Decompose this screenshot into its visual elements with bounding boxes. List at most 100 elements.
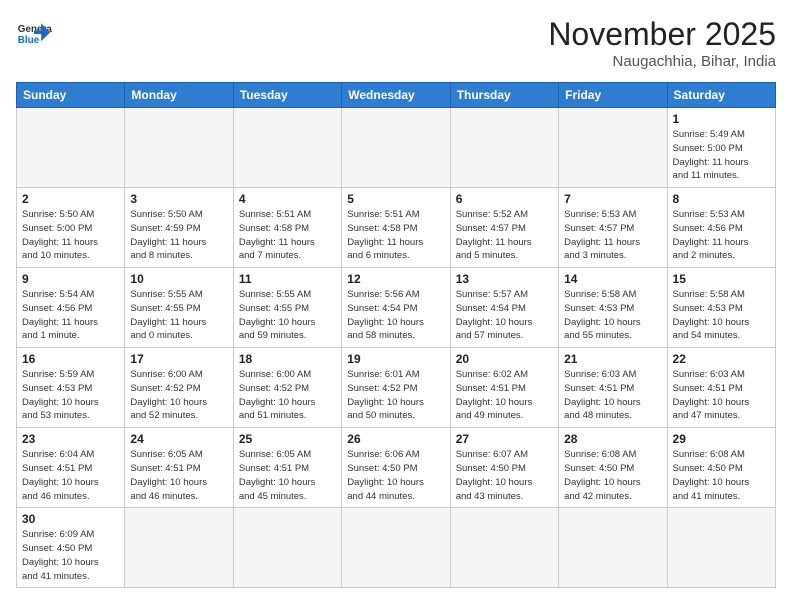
weekday-header-friday: Friday [559, 83, 667, 108]
calendar-cell: 24Sunrise: 6:05 AM Sunset: 4:51 PM Dayli… [125, 428, 233, 508]
calendar-cell: 29Sunrise: 6:08 AM Sunset: 4:50 PM Dayli… [667, 428, 775, 508]
calendar-cell [450, 508, 558, 588]
calendar-cell: 8Sunrise: 5:53 AM Sunset: 4:56 PM Daylig… [667, 188, 775, 268]
weekday-header-monday: Monday [125, 83, 233, 108]
day-info: Sunrise: 5:58 AM Sunset: 4:53 PM Dayligh… [564, 288, 661, 343]
day-number: 4 [239, 192, 336, 206]
calendar-cell: 7Sunrise: 5:53 AM Sunset: 4:57 PM Daylig… [559, 188, 667, 268]
day-number: 9 [22, 272, 119, 286]
calendar-cell: 12Sunrise: 5:56 AM Sunset: 4:54 PM Dayli… [342, 268, 450, 348]
day-number: 21 [564, 352, 661, 366]
calendar-cell [450, 108, 558, 188]
calendar-week-5: 23 Sunrise: 6:04 AM Sunset: 4:51 PM Dayli… [17, 428, 776, 508]
day-info: Sunrise: 5:51 AM Sunset: 4:58 PM Dayligh… [347, 208, 444, 263]
day-number: 29 [673, 432, 770, 446]
day-info: Sunrise: 5:49 AM Sunset: 5:00 PM Dayligh… [673, 128, 770, 183]
day-info: Sunrise: 6:03 AM Sunset: 4:51 PM Dayligh… [673, 368, 770, 423]
calendar-week-6: 30 Sunrise: 6:09 AM Sunset: 4:50 PM Dayli… [17, 508, 776, 588]
calendar-cell: 14 Sunrise: 5:58 AM Sunset: 4:53 PM Dayli… [559, 268, 667, 348]
calendar-week-4: 16 Sunrise: 5:59 AM Sunset: 4:53 PM Dayli… [17, 348, 776, 428]
day-info: Sunrise: 5:57 AM Sunset: 4:54 PM Dayligh… [456, 288, 553, 343]
day-number: 17 [130, 352, 227, 366]
weekday-header-wednesday: Wednesday [342, 83, 450, 108]
day-info: Sunrise: 5:52 AM Sunset: 4:57 PM Dayligh… [456, 208, 553, 263]
day-number: 1 [673, 112, 770, 126]
calendar-week-3: 9 Sunrise: 5:54 AM Sunset: 4:56 PM Daylig… [17, 268, 776, 348]
calendar-cell: 30 Sunrise: 6:09 AM Sunset: 4:50 PM Dayli… [17, 508, 125, 588]
day-number: 10 [130, 272, 227, 286]
day-number: 28 [564, 432, 661, 446]
svg-text:Blue: Blue [18, 35, 40, 46]
day-info: Sunrise: 5:59 AM Sunset: 4:53 PM Dayligh… [22, 368, 119, 423]
weekday-header-tuesday: Tuesday [233, 83, 341, 108]
calendar-cell: 26 Sunrise: 6:06 AM Sunset: 4:50 PM Dayli… [342, 428, 450, 508]
day-number: 16 [22, 352, 119, 366]
day-number: 19 [347, 352, 444, 366]
day-number: 3 [130, 192, 227, 206]
calendar-cell [233, 508, 341, 588]
day-number: 26 [347, 432, 444, 446]
day-info: Sunrise: 6:07 AM Sunset: 4:50 PM Dayligh… [456, 448, 553, 503]
calendar-cell: 23 Sunrise: 6:04 AM Sunset: 4:51 PM Dayli… [17, 428, 125, 508]
calendar-cell: 6 Sunrise: 5:52 AM Sunset: 4:57 PM Daylig… [450, 188, 558, 268]
calendar-cell [559, 508, 667, 588]
day-info: Sunrise: 6:09 AM Sunset: 4:50 PM Dayligh… [22, 528, 119, 583]
calendar-cell: 9 Sunrise: 5:54 AM Sunset: 4:56 PM Daylig… [17, 268, 125, 348]
calendar-cell: 4 Sunrise: 5:51 AM Sunset: 4:58 PM Daylig… [233, 188, 341, 268]
day-number: 5 [347, 192, 444, 206]
day-number: 24 [130, 432, 227, 446]
title-block: November 2025 Naugachhia, Bihar, India [548, 16, 776, 70]
calendar-cell: 11Sunrise: 5:55 AM Sunset: 4:55 PM Dayli… [233, 268, 341, 348]
day-info: Sunrise: 6:00 AM Sunset: 4:52 PM Dayligh… [239, 368, 336, 423]
day-info: Sunrise: 6:04 AM Sunset: 4:51 PM Dayligh… [22, 448, 119, 503]
page-header: General Blue November 2025 Naugachhia, B… [16, 16, 776, 70]
calendar-cell [125, 508, 233, 588]
location: Naugachhia, Bihar, India [548, 53, 776, 70]
calendar-table: SundayMondayTuesdayWednesdayThursdayFrid… [16, 82, 776, 588]
day-number: 25 [239, 432, 336, 446]
calendar-cell [667, 508, 775, 588]
calendar-cell: 10Sunrise: 5:55 AM Sunset: 4:55 PM Dayli… [125, 268, 233, 348]
calendar-cell [17, 108, 125, 188]
calendar-cell: 16 Sunrise: 5:59 AM Sunset: 4:53 PM Dayli… [17, 348, 125, 428]
day-info: Sunrise: 5:50 AM Sunset: 4:59 PM Dayligh… [130, 208, 227, 263]
day-info: Sunrise: 6:01 AM Sunset: 4:52 PM Dayligh… [347, 368, 444, 423]
logo: General Blue [16, 16, 52, 52]
day-number: 6 [456, 192, 553, 206]
calendar-cell: 3 Sunrise: 5:50 AM Sunset: 4:59 PM Daylig… [125, 188, 233, 268]
calendar-cell [342, 508, 450, 588]
calendar-week-2: 2 Sunrise: 5:50 AM Sunset: 5:00 PM Daylig… [17, 188, 776, 268]
calendar-cell: 2 Sunrise: 5:50 AM Sunset: 5:00 PM Daylig… [17, 188, 125, 268]
day-number: 12 [347, 272, 444, 286]
day-number: 23 [22, 432, 119, 446]
logo-icon: General Blue [16, 16, 52, 52]
day-info: Sunrise: 5:51 AM Sunset: 4:58 PM Dayligh… [239, 208, 336, 263]
calendar-cell: 27Sunrise: 6:07 AM Sunset: 4:50 PM Dayli… [450, 428, 558, 508]
calendar-cell: 19 Sunrise: 6:01 AM Sunset: 4:52 PM Dayli… [342, 348, 450, 428]
day-info: Sunrise: 6:06 AM Sunset: 4:50 PM Dayligh… [347, 448, 444, 503]
day-info: Sunrise: 6:00 AM Sunset: 4:52 PM Dayligh… [130, 368, 227, 423]
calendar-cell [559, 108, 667, 188]
month-title: November 2025 [548, 16, 776, 53]
day-info: Sunrise: 5:54 AM Sunset: 4:56 PM Dayligh… [22, 288, 119, 343]
day-info: Sunrise: 5:55 AM Sunset: 4:55 PM Dayligh… [239, 288, 336, 343]
day-info: Sunrise: 5:53 AM Sunset: 4:57 PM Dayligh… [564, 208, 661, 263]
weekday-header-thursday: Thursday [450, 83, 558, 108]
calendar-cell: 21 Sunrise: 6:03 AM Sunset: 4:51 PM Dayli… [559, 348, 667, 428]
day-number: 30 [22, 512, 119, 526]
calendar-cell: 17 Sunrise: 6:00 AM Sunset: 4:52 PM Dayli… [125, 348, 233, 428]
day-number: 15 [673, 272, 770, 286]
day-info: Sunrise: 5:50 AM Sunset: 5:00 PM Dayligh… [22, 208, 119, 263]
day-info: Sunrise: 6:03 AM Sunset: 4:51 PM Dayligh… [564, 368, 661, 423]
day-number: 13 [456, 272, 553, 286]
day-number: 2 [22, 192, 119, 206]
calendar-cell: 13 Sunrise: 5:57 AM Sunset: 4:54 PM Dayli… [450, 268, 558, 348]
day-info: Sunrise: 6:05 AM Sunset: 4:51 PM Dayligh… [239, 448, 336, 503]
day-number: 14 [564, 272, 661, 286]
day-number: 22 [673, 352, 770, 366]
calendar-cell: 1 Sunrise: 5:49 AM Sunset: 5:00 PM Daylig… [667, 108, 775, 188]
calendar-cell: 22 Sunrise: 6:03 AM Sunset: 4:51 PM Dayli… [667, 348, 775, 428]
calendar-cell: 20Sunrise: 6:02 AM Sunset: 4:51 PM Dayli… [450, 348, 558, 428]
day-info: Sunrise: 6:08 AM Sunset: 4:50 PM Dayligh… [564, 448, 661, 503]
day-info: Sunrise: 6:02 AM Sunset: 4:51 PM Dayligh… [456, 368, 553, 423]
